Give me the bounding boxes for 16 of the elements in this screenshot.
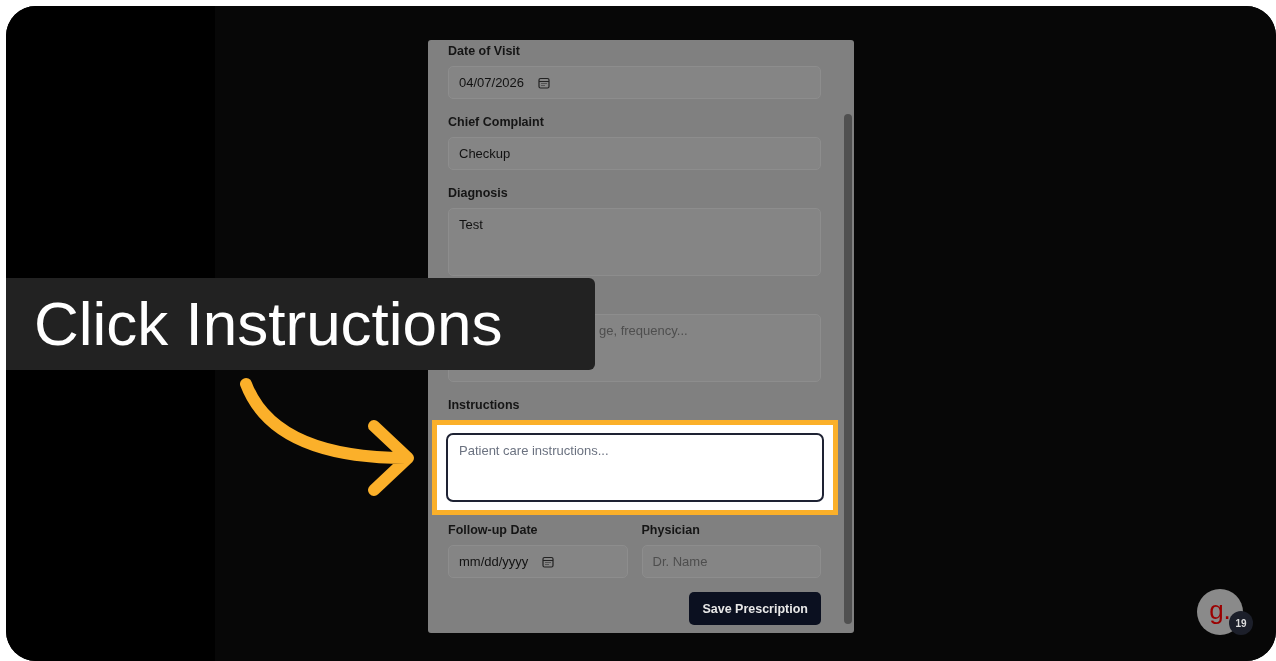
calendar-icon [542,555,555,568]
save-prescription-button[interactable]: Save Prescription [689,592,821,625]
callout-tooltip: Click Instructions [6,278,595,370]
calendar-icon [538,76,551,89]
date-field[interactable]: mm/dd/yyyy [448,545,628,578]
text-field[interactable]: Checkup [448,137,821,170]
date-field[interactable]: 04/07/2026 [448,66,821,99]
textarea-field[interactable]: Patient care instructions... [446,433,824,502]
field-label: Instructions [448,398,521,412]
textarea-field[interactable]: Test [448,208,821,276]
scrollbar[interactable] [844,114,852,624]
field-label: Follow-up Date [448,523,539,537]
field-label: Date of Visit [448,44,521,58]
field-label: Chief Complaint [448,115,545,129]
field-label: Diagnosis [448,186,509,200]
field-label: Physician [641,523,701,537]
